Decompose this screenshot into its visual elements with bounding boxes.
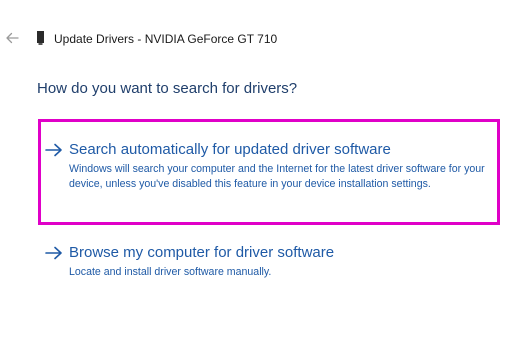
back-button[interactable]	[3, 29, 21, 47]
arrow-right-icon	[45, 143, 62, 157]
back-arrow-icon	[6, 32, 19, 44]
window-title: Update Drivers - NVIDIA GeForce GT 710	[54, 32, 278, 46]
option-title: Browse my computer for driver software	[69, 244, 335, 261]
option-description: Windows will search your computer and th…	[69, 163, 485, 190]
option-title: Search automatically for updated driver …	[69, 141, 391, 158]
browse-computer-option[interactable]: Browse my computer for driver software L…	[44, 243, 504, 279]
search-automatically-option[interactable]: Search automatically for updated driver …	[44, 140, 504, 210]
option-description: Locate and install driver software manua…	[69, 266, 272, 278]
graphics-card-icon	[36, 31, 45, 45]
arrow-right-icon	[45, 246, 62, 260]
title-bar: Update Drivers - NVIDIA GeForce GT 710	[0, 0, 521, 70]
page-heading: How do you want to search for drivers?	[37, 80, 298, 97]
